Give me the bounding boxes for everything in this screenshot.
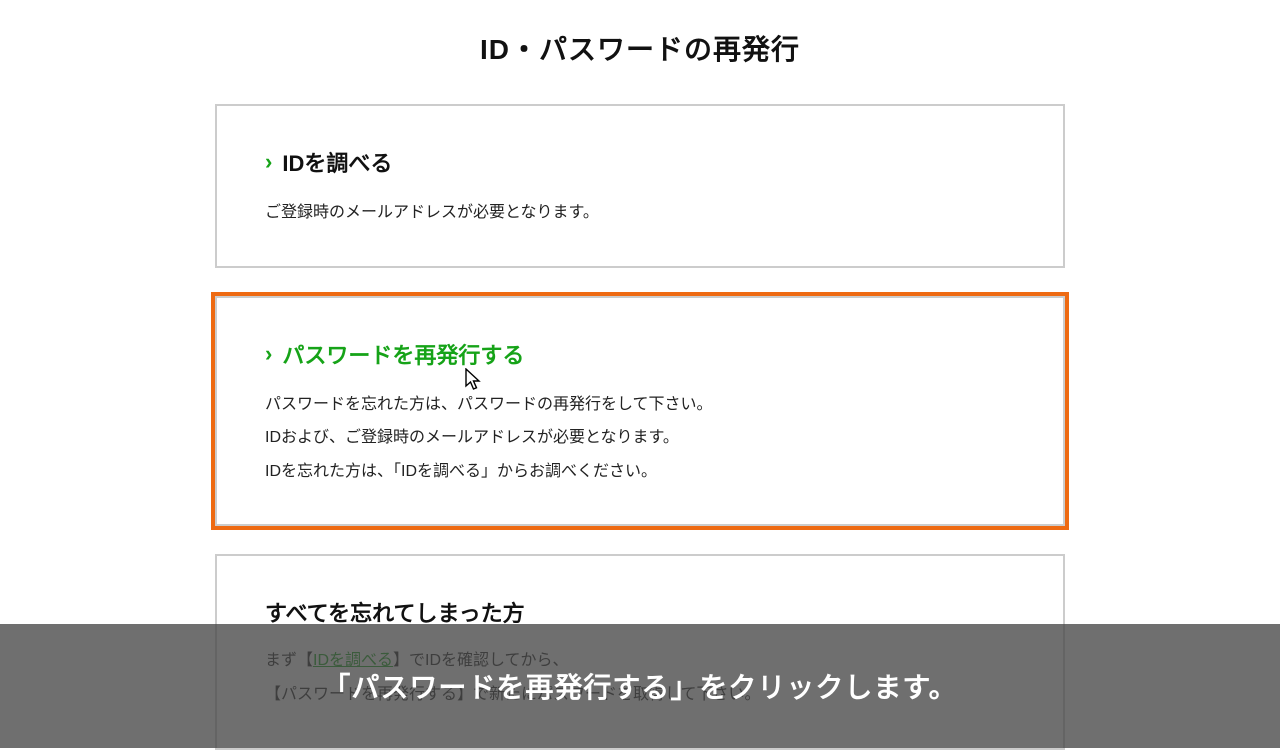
card-lookup-id: › IDを調べる ご登録時のメールアドレスが必要となります。	[215, 104, 1065, 268]
reissue-desc-3: IDを忘れた方は、「IDを調べる」からお調べください。	[265, 455, 1015, 489]
lookup-id-label: IDを調べる	[282, 146, 392, 178]
lookup-id-desc: ご登録時のメールアドレスが必要となります。	[265, 196, 1015, 230]
card-reissue-password: › パスワードを再発行する パスワードを忘れた方は、パスワードの再発行をして下さ…	[215, 296, 1065, 527]
subtitle-bar: 「パスワードを再発行する」をクリックします。	[0, 624, 1280, 748]
chevron-right-icon: ›	[265, 149, 272, 175]
reissue-password-link[interactable]: › パスワードを再発行する	[265, 338, 524, 370]
subtitle-text: 「パスワードを再発行する」をクリックします。	[322, 666, 957, 706]
lookup-id-link[interactable]: › IDを調べる	[265, 146, 392, 178]
reissue-desc-1: パスワードを忘れた方は、パスワードの再発行をして下さい。	[265, 388, 1015, 422]
reissue-password-label: パスワードを再発行する	[282, 338, 524, 370]
chevron-right-icon: ›	[265, 341, 272, 367]
reissue-desc-2: IDおよび、ご登録時のメールアドレスが必要となります。	[265, 421, 1015, 455]
page-title: ID・パスワードの再発行	[0, 28, 1280, 68]
